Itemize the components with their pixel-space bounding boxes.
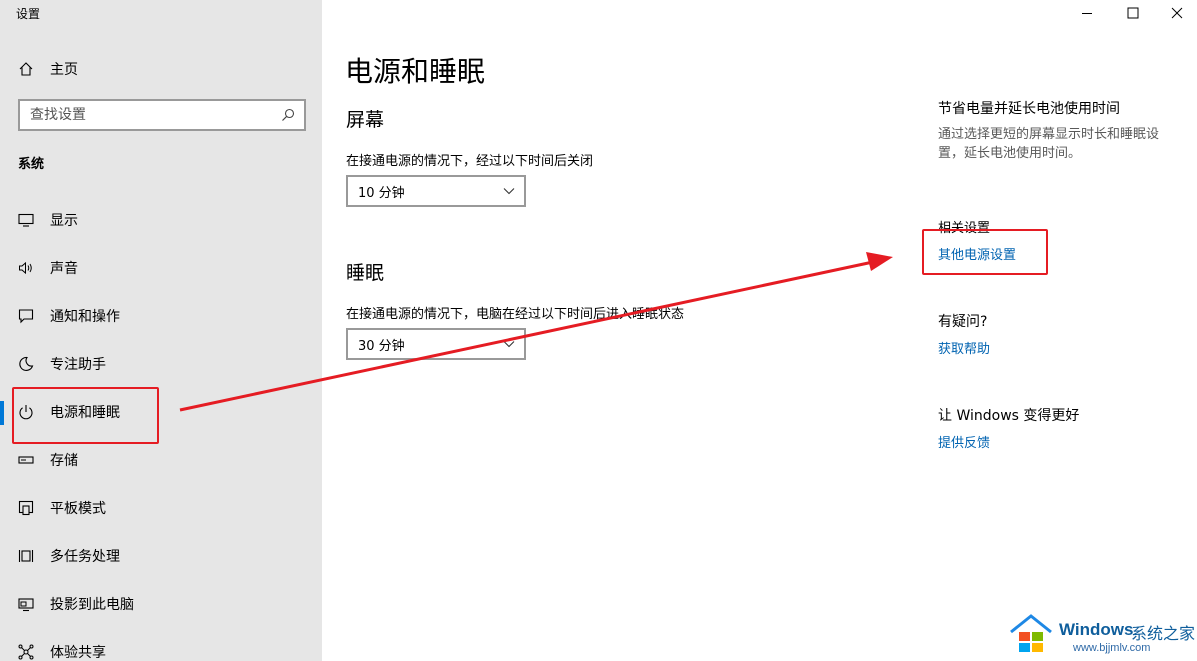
sidebar-item-label: 通知和操作 [50,309,120,325]
battery-tip-description: 通过选择更短的屏幕显示时长和睡眠设置，延长电池使用时间。 [938,127,1160,161]
give-feedback-link[interactable]: 提供反馈 [938,432,990,451]
sleep-timeout-dropdown[interactable]: 30 分钟 [346,328,526,360]
screen-timeout-value: 10 分钟 [358,185,405,201]
sleep-timeout-value: 30 分钟 [358,338,405,354]
sidebar-item-tablet-mode[interactable]: 平板模式 [0,484,322,532]
search-icon[interactable] [280,107,296,123]
section-label-system: 系统 [18,157,45,172]
sidebar-home-label: 主页 [50,62,78,78]
chevron-down-icon [502,339,516,349]
search-box[interactable] [18,99,306,131]
sidebar-item-label: 投影到此电脑 [50,597,134,613]
sidebar-item-sound[interactable]: 声音 [0,244,322,292]
display-icon [18,212,34,228]
project-icon [18,596,34,612]
watermark-brand-cn: 系统之家 [1131,624,1196,643]
highlight-box-power-settings [922,229,1048,275]
get-help-link[interactable]: 获取帮助 [938,338,990,357]
screen-timeout-dropdown[interactable]: 10 分钟 [346,175,526,207]
home-icon [18,61,34,77]
sidebar-item-shared-experiences[interactable]: 体验共享 [0,628,322,661]
close-icon [1171,4,1183,23]
screen-description: 在接通电源的情况下，经过以下时间后关闭 [346,154,594,169]
sidebar-item-label: 平板模式 [50,501,106,517]
sleep-heading: 睡眠 [346,262,385,284]
chevron-down-icon [502,186,516,196]
highlight-box-power-sleep [12,387,159,444]
multitask-icon [18,548,34,564]
page-title: 电源和睡眠 [345,55,486,88]
sidebar-item-label: 显示 [50,213,78,229]
sidebar-home[interactable]: 主页 [18,58,78,80]
watermark-brand: Windows [1059,620,1134,639]
notification-icon [18,308,34,324]
screen-heading: 屏幕 [346,109,385,131]
storage-icon [18,452,34,468]
maximize-button[interactable] [1113,0,1153,26]
battery-tip-title: 节省电量并延长电池使用时间 [938,101,1120,117]
minimize-button[interactable] [1067,0,1107,26]
sidebar-item-label: 存储 [50,453,78,469]
sleep-description: 在接通电源的情况下，电脑在经过以下时间后进入睡眠状态 [346,307,685,322]
sidebar-item-multitasking[interactable]: 多任务处理 [0,532,322,580]
sidebar-item-label: 声音 [50,261,78,277]
minimize-icon [1081,4,1093,23]
sidebar-item-project[interactable]: 投影到此电脑 [0,580,322,628]
window-title: 设置 [16,7,41,21]
question-title: 有疑问? [938,314,988,330]
windows-logo-icon [1007,610,1055,661]
sidebar-item-label: 多任务处理 [50,549,120,565]
sidebar-item-display[interactable]: 显示 [0,196,322,244]
sidebar: 设置 主页 系统 显示 声音 通知和操作 [0,0,322,661]
speaker-icon [18,260,34,276]
sidebar-item-notifications[interactable]: 通知和操作 [0,292,322,340]
sidebar-item-focus-assist[interactable]: 专注助手 [0,340,322,388]
watermark: Windows 系统之家 www.bjjmlv.com [1007,610,1195,658]
tablet-icon [18,500,34,516]
sidebar-item-label: 体验共享 [50,645,106,661]
moon-icon [18,356,34,372]
sidebar-item-label: 专注助手 [50,357,106,373]
close-button[interactable] [1157,0,1197,26]
search-input[interactable] [30,107,280,123]
maximize-icon [1127,4,1139,23]
watermark-url: www.bjjmlv.com [1073,642,1151,654]
feedback-title: 让 Windows 变得更好 [938,408,1080,424]
share-icon [18,644,34,660]
